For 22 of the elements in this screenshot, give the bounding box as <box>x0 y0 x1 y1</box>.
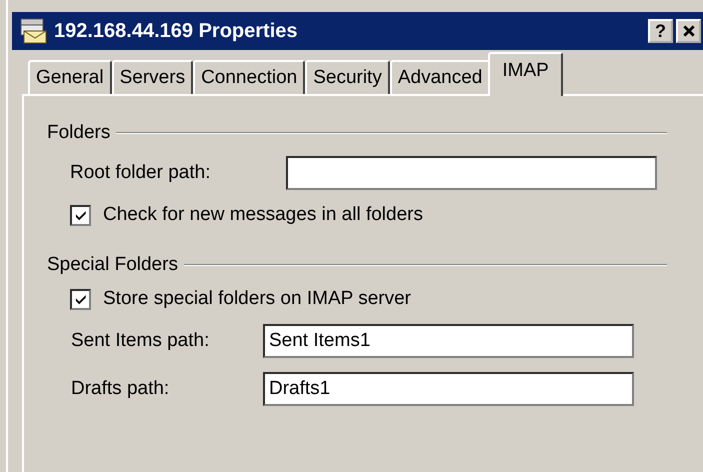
tab[interactable]: General <box>28 60 112 94</box>
input-field[interactable] <box>286 156 657 190</box>
field-label: Drafts path: <box>71 378 170 400</box>
checkbox[interactable] <box>70 288 91 310</box>
checkbox[interactable] <box>70 204 91 226</box>
input-field[interactable]: Drafts1 <box>263 372 634 406</box>
checkbox-label[interactable]: Check for new messages in all folders <box>103 204 423 226</box>
tab[interactable]: Connection <box>193 60 306 94</box>
close-icon <box>682 24 696 38</box>
tab[interactable]: Servers <box>112 60 194 94</box>
group-title: Folders <box>47 122 110 144</box>
help-button[interactable]: ? <box>648 19 673 43</box>
field-label: Root folder path: <box>70 162 212 184</box>
field-label: Sent Items path: <box>71 330 210 352</box>
tab[interactable]: Security <box>305 60 390 94</box>
input-field[interactable]: Sent Items1 <box>263 324 634 358</box>
window-title: 192.168.44.169 Properties <box>54 20 299 42</box>
group-title: Special Folders <box>47 254 178 276</box>
tab[interactable]: Advanced <box>390 60 490 94</box>
close-button[interactable] <box>676 19 701 43</box>
checkbox-label[interactable]: Store special folders on IMAP server <box>103 288 412 310</box>
tab[interactable]: IMAP <box>488 52 563 96</box>
